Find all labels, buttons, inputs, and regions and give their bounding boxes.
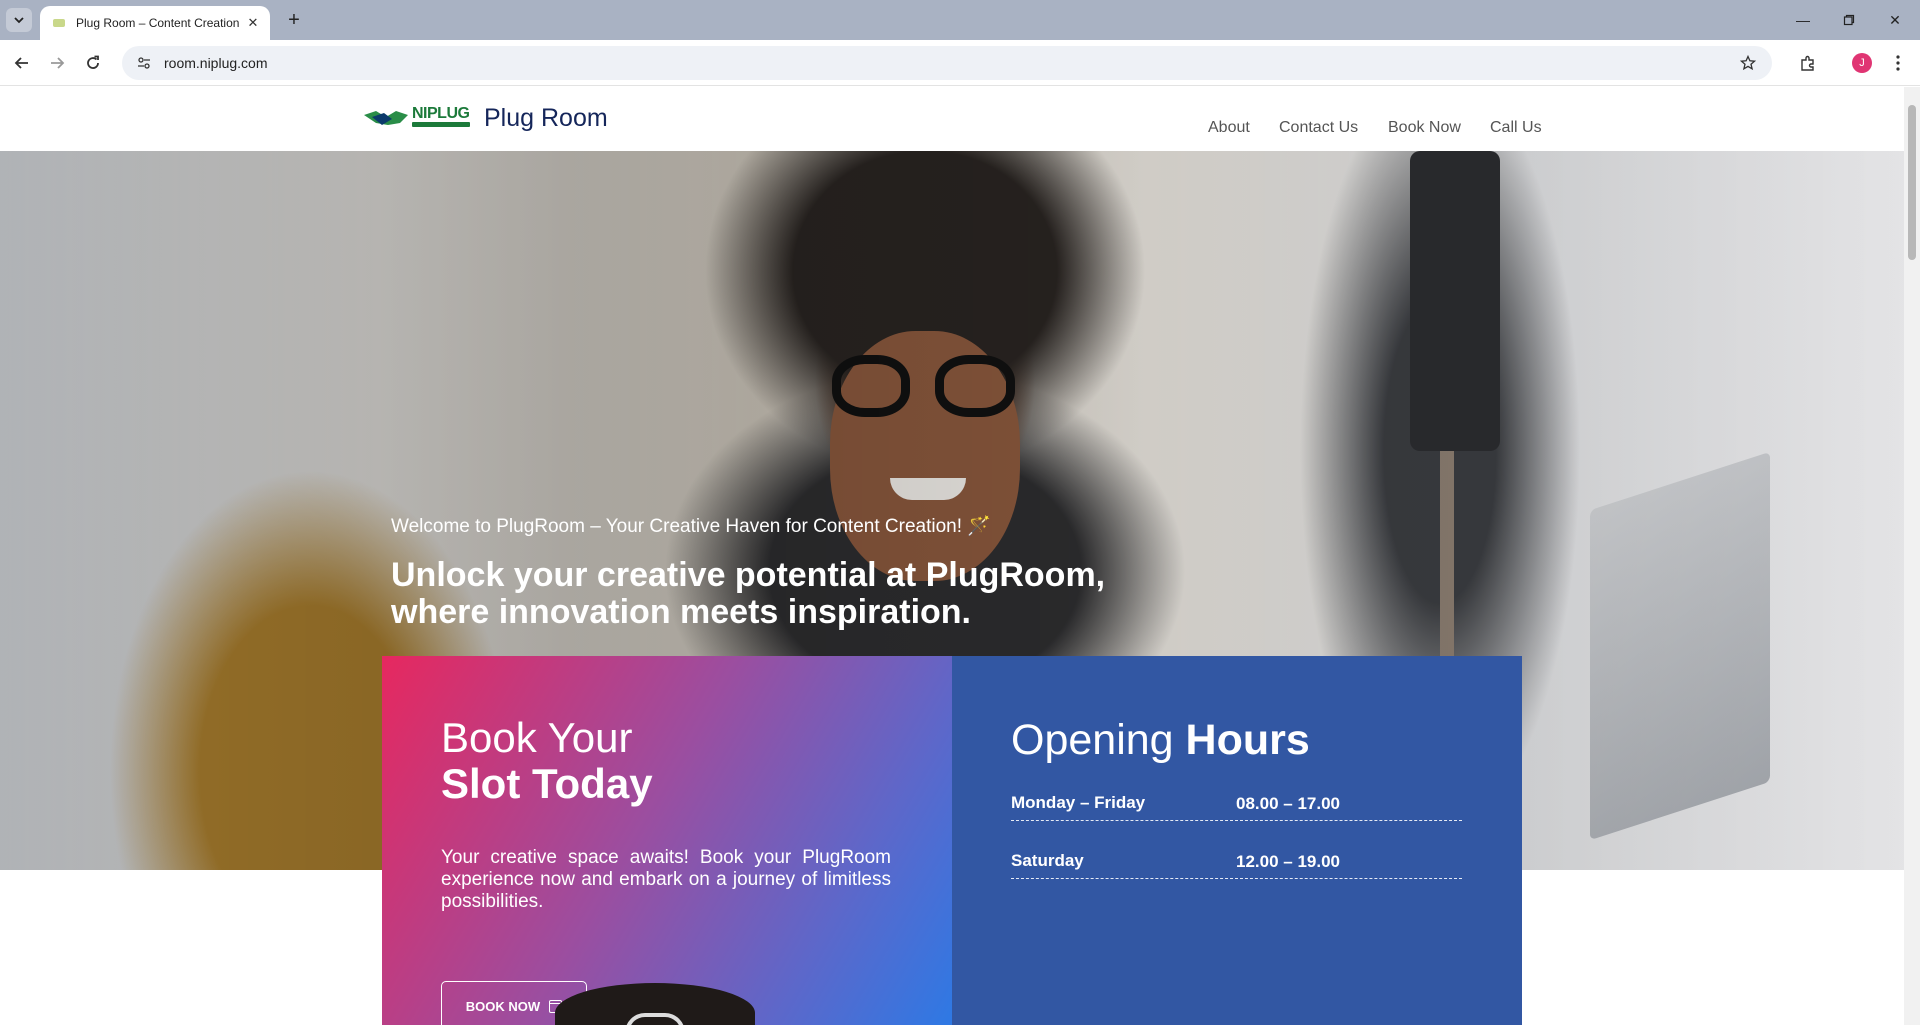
bookmark-star-icon[interactable]: [1738, 53, 1758, 73]
extensions-icon[interactable]: [1794, 49, 1822, 77]
site-logo[interactable]: NIPLUG Plug Room: [362, 103, 608, 133]
hours-day: Saturday: [1011, 851, 1084, 870]
hours-title-light: Opening: [1011, 716, 1174, 764]
niplug-logo: NIPLUG: [362, 103, 474, 133]
close-window-button[interactable]: ✕: [1872, 0, 1918, 40]
booking-panel: Book Your Slot Today Your creative space…: [382, 656, 952, 1025]
browser-tab-bar: Plug Room – Content Creation ✕ + — ✕: [0, 0, 1920, 40]
site-info-icon[interactable]: [134, 53, 154, 73]
minimize-button[interactable]: —: [1780, 0, 1826, 40]
profile-avatar[interactable]: J: [1848, 49, 1876, 77]
new-tab-button[interactable]: +: [283, 9, 305, 31]
browser-tab-active[interactable]: Plug Room – Content Creation ✕: [40, 6, 270, 40]
tab-title: Plug Room – Content Creation: [76, 16, 240, 30]
hero-greeting: Welcome to PlugRoom – Your Creative Have…: [391, 516, 991, 537]
hours-row: Monday – Friday 08.00 – 17.00: [1011, 783, 1462, 821]
arrow-right-icon: [51, 57, 65, 69]
address-bar[interactable]: room.niplug.com: [122, 46, 1772, 80]
tab-search-button[interactable]: [6, 8, 32, 32]
site-favicon-icon: [53, 19, 65, 27]
chevron-down-icon: [14, 17, 24, 24]
forward-button[interactable]: [43, 49, 71, 77]
site-title: Plug Room: [484, 103, 608, 132]
reload-icon: [87, 55, 99, 69]
restore-button[interactable]: [1826, 0, 1872, 40]
page-viewport: Welcome to PlugRoom – Your Creative Have…: [0, 87, 1904, 1025]
hours-row: Saturday 12.00 – 19.00: [1011, 841, 1462, 879]
url-text: room.niplug.com: [164, 55, 268, 71]
booking-title-bold: Slot Today: [441, 760, 653, 807]
hours-time: 12.00 – 19.00: [1236, 852, 1340, 871]
arrow-left-icon: [14, 57, 28, 69]
nav-contact-us[interactable]: Contact Us: [1279, 119, 1358, 137]
logo-wordmark: NIPLUG: [412, 105, 470, 122]
book-now-label: BOOK NOW: [465, 998, 541, 1014]
handshake-logo-icon: [364, 111, 408, 125]
back-button[interactable]: [8, 49, 36, 77]
profile-initial: J: [1852, 53, 1872, 73]
restore-icon: [1843, 14, 1855, 26]
browser-menu-icon[interactable]: [1884, 49, 1912, 77]
hours-day: Monday – Friday: [1011, 793, 1146, 812]
nav-about[interactable]: About: [1208, 119, 1250, 137]
opening-hours-panel: Opening Hours Monday – Friday 08.00 – 17…: [952, 656, 1522, 1025]
page-scrollbar[interactable]: [1904, 87, 1920, 1025]
scrollbar-thumb[interactable]: [1908, 105, 1916, 260]
hours-time: 08.00 – 17.00: [1236, 794, 1340, 813]
nav-book-now[interactable]: Book Now: [1388, 119, 1461, 137]
reload-button[interactable]: [79, 49, 107, 77]
logo-tagline-bar: [412, 122, 470, 127]
hero-headline: Unlock your creative potential at PlugRo…: [391, 556, 1106, 631]
hours-title-bold: Hours: [1185, 716, 1310, 764]
nav-call-us[interactable]: Call Us: [1490, 119, 1542, 137]
booking-title-light: Book Your: [441, 714, 633, 761]
opening-hours-title: Opening Hours: [1011, 716, 1310, 765]
site-header: NIPLUG Plug Room About Contact Us Book N…: [0, 87, 1904, 151]
browser-toolbar: room.niplug.com J: [0, 40, 1920, 86]
booking-description: Your creative space awaits! Book your Pl…: [441, 847, 891, 912]
close-tab-icon[interactable]: ✕: [244, 14, 262, 32]
